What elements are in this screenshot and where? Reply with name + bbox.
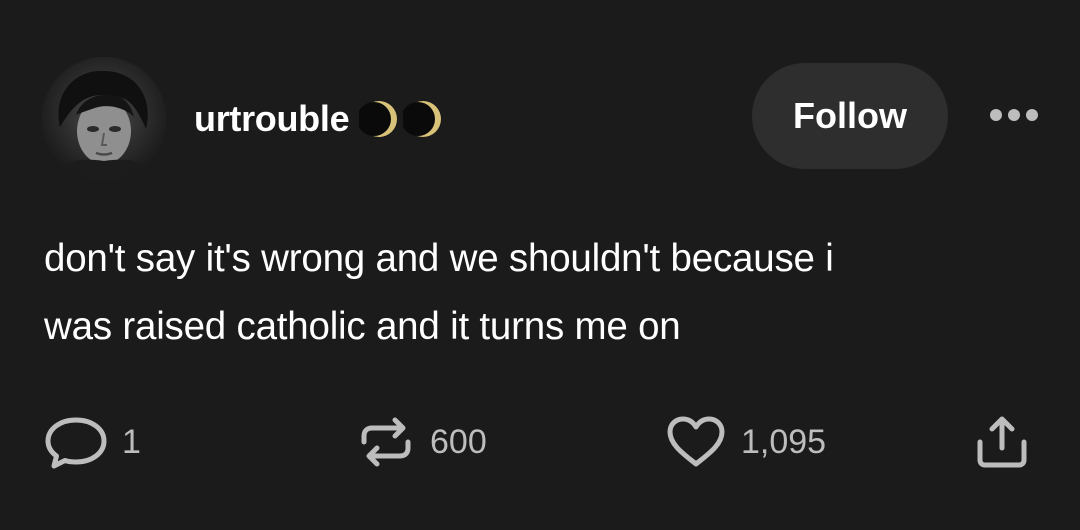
moon-icon: [359, 101, 398, 137]
post-card: urtrouble Follow don't say it's wrong an…: [0, 0, 1080, 530]
more-horizontal-icon: [990, 109, 1038, 121]
reblog-button[interactable]: 600: [356, 412, 487, 472]
post-text-line: was raised catholic and it turns me on: [44, 305, 681, 348]
username-badges: [359, 99, 443, 139]
post-body: don't say it's wrong and we shouldn't be…: [44, 225, 1044, 361]
like-count: 1,095: [741, 422, 827, 461]
like-button[interactable]: 1,095: [665, 412, 826, 472]
comment-icon: [45, 417, 107, 469]
comment-count: 1: [122, 422, 141, 461]
comment-button[interactable]: 1: [44, 412, 141, 472]
share-button[interactable]: [972, 412, 1032, 472]
reblog-icon: [361, 417, 411, 467]
username[interactable]: urtrouble: [194, 98, 350, 140]
reblog-count: 600: [430, 422, 487, 461]
share-icon: [977, 416, 1027, 468]
avatar-image: [42, 57, 166, 181]
author-row: urtrouble: [194, 97, 443, 141]
moon-icon: [403, 101, 442, 137]
avatar[interactable]: [42, 57, 166, 181]
heart-icon: [667, 416, 725, 467]
post-text-line: don't say it's wrong and we shouldn't be…: [44, 237, 834, 280]
more-options-button[interactable]: [988, 100, 1040, 130]
follow-button[interactable]: Follow: [752, 63, 948, 169]
